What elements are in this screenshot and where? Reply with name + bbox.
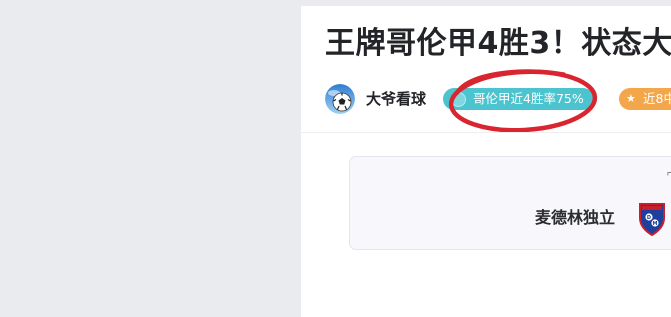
win-rate-label: 哥伦甲近4胜率75% [473, 91, 584, 106]
svg-text:D: D [647, 215, 651, 221]
match-card[interactable]: ⌐ 麦德林独立 D M [349, 156, 671, 250]
article-title: 王牌哥伦甲4胜3！状态大好 [325, 26, 671, 61]
soccer-ball-icon [325, 84, 355, 114]
author-avatar[interactable] [325, 84, 355, 114]
section-divider [301, 132, 671, 133]
win-rate-tag[interactable]: 哥伦甲近4胜率75% [443, 88, 594, 110]
author-name[interactable]: 大爷看球 [366, 89, 426, 109]
streak-tag[interactable]: ★ 近8中5 [619, 88, 671, 110]
author-row: 大爷看球 哥伦甲近4胜率75% ★ 近8中5 [325, 84, 671, 114]
streak-label: 近8中5 [643, 91, 671, 106]
article-panel: 王牌哥伦甲4胜3！状态大好 大爷看球 哥伦甲近4胜率75% ★ 近8中 麦德林独… [301, 6, 671, 317]
star-icon: ★ [626, 92, 636, 105]
card-corner-mark: ⌐ [666, 167, 671, 177]
svg-text:M: M [653, 221, 658, 227]
team-name: 麦德林独立 [535, 208, 616, 227]
independiente-medellin-crest-icon: D M [639, 203, 665, 236]
win-rate-dot-icon [451, 92, 466, 107]
